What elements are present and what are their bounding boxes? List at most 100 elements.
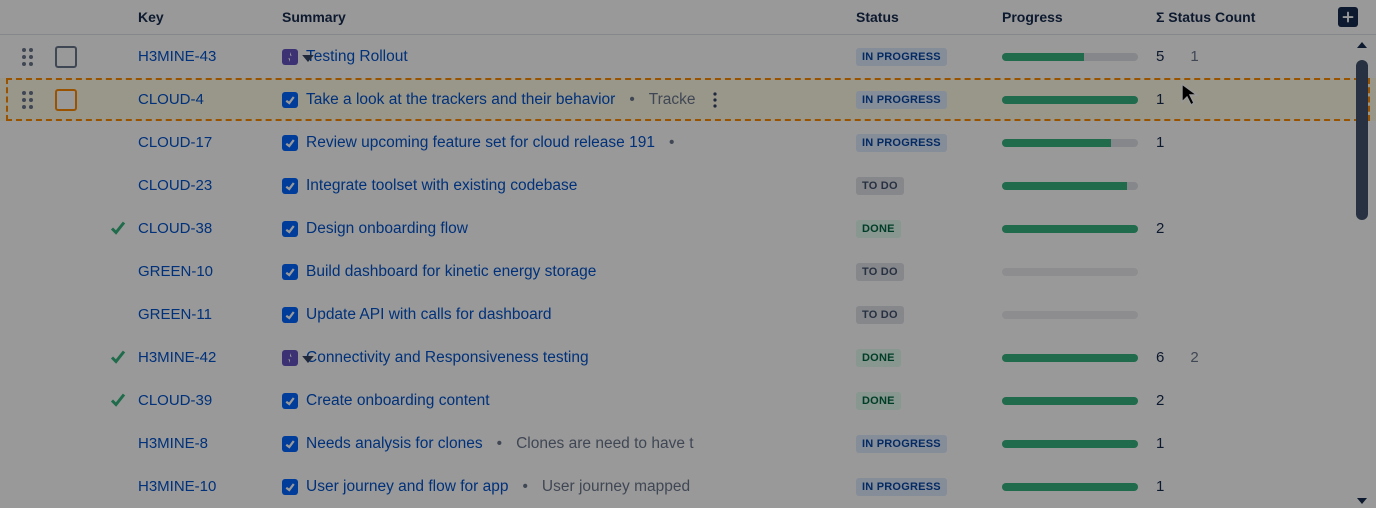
status-count: 1 — [1156, 91, 1376, 108]
add-column-button[interactable] — [1338, 7, 1358, 27]
issue-summary[interactable]: User journey and flow for app • User journ… — [282, 478, 856, 496]
epic-icon — [282, 49, 298, 65]
issue-summary[interactable]: Testing Rollout — [282, 48, 856, 66]
progress-bar — [1002, 268, 1138, 276]
row-select-checkbox[interactable] — [55, 89, 77, 111]
vertical-scrollbar[interactable] — [1354, 38, 1370, 508]
issue-key-link[interactable]: GREEN-10 — [138, 263, 282, 280]
separator-dot: • — [669, 134, 674, 152]
issue-key-link[interactable]: H3MINE-43 — [138, 48, 282, 65]
status-lozenge[interactable]: TO DO — [856, 177, 904, 195]
progress-bar — [1002, 311, 1138, 319]
issue-summary[interactable]: Review upcoming feature set for cloud re… — [282, 134, 856, 152]
table-row[interactable]: H3MINE-8 Needs analysis for clones • Clones… — [0, 422, 1376, 465]
task-icon — [282, 393, 298, 409]
drag-handle-icon[interactable] — [22, 91, 33, 109]
status-lozenge[interactable]: DONE — [856, 392, 901, 410]
table-row[interactable]: CLOUD-17 Review upcoming feature set for … — [0, 121, 1376, 164]
issue-key-link[interactable]: CLOUD-23 — [138, 177, 282, 194]
issue-key-link[interactable]: CLOUD-17 — [138, 134, 282, 151]
issue-key-link[interactable]: GREEN-11 — [138, 306, 282, 323]
col-header-progress[interactable]: Progress — [1002, 9, 1156, 25]
status-lozenge[interactable]: IN PROGRESS — [856, 478, 947, 496]
issue-summary[interactable]: Take a look at the trackers and their be… — [282, 89, 856, 111]
issue-key-link[interactable]: CLOUD-39 — [138, 392, 282, 409]
summary-text: Review upcoming feature set for cloud re… — [306, 134, 655, 152]
separator-dot: • — [522, 478, 527, 496]
status-count: 1 — [1156, 478, 1376, 495]
task-icon — [282, 307, 298, 323]
summary-text: Testing Rollout — [306, 48, 408, 66]
expand-caret-icon[interactable] — [302, 350, 314, 366]
col-header-status[interactable]: Status — [856, 9, 1002, 25]
issue-summary[interactable]: Create onboarding content — [282, 392, 856, 410]
status-lozenge[interactable]: IN PROGRESS — [856, 91, 947, 109]
summary-text: Needs analysis for clones — [306, 435, 483, 453]
summary-text: Create onboarding content — [306, 392, 490, 410]
status-count: 2 — [1156, 220, 1376, 237]
separator-dot: • — [497, 435, 502, 453]
summary-text: Design onboarding flow — [306, 220, 468, 238]
issue-summary[interactable]: Integrate toolset with existing codebase — [282, 177, 856, 195]
issue-summary[interactable]: Update API with calls for dashboard — [282, 306, 856, 324]
epic-icon — [282, 350, 298, 366]
progress-bar — [1002, 96, 1138, 104]
table-row[interactable]: CLOUD-38 Design onboarding flow DONE 2 — [0, 207, 1376, 250]
row-select-checkbox[interactable] — [55, 46, 77, 68]
scrollbar-track[interactable] — [1354, 52, 1370, 494]
progress-bar — [1002, 397, 1138, 405]
summary-text: Take a look at the trackers and their be… — [306, 91, 615, 109]
summary-text: Connectivity and Responsiveness testing — [306, 349, 589, 367]
summary-text: User journey and flow for app — [306, 478, 508, 496]
issue-summary[interactable]: Connectivity and Responsiveness testing — [282, 349, 856, 367]
summary-text: Integrate toolset with existing codebase — [306, 177, 577, 195]
progress-bar — [1002, 483, 1138, 491]
status-lozenge[interactable]: IN PROGRESS — [856, 48, 947, 66]
table-row[interactable]: GREEN-10Build dashboard for kinetic ener… — [0, 250, 1376, 293]
task-icon — [282, 221, 298, 237]
table-row[interactable]: H3MINE-43 Testing Rollout IN PROGRESS 51 — [0, 35, 1376, 78]
separator-dot: • — [629, 91, 634, 109]
progress-bar — [1002, 53, 1138, 61]
summary-text: Update API with calls for dashboard — [306, 306, 552, 324]
table-row[interactable]: H3MINE-42 Connectivity and Responsiveness… — [0, 336, 1376, 379]
issue-key-link[interactable]: CLOUD-4 — [138, 91, 282, 108]
table-row[interactable]: GREEN-11 Update API with calls for dashbo… — [0, 293, 1376, 336]
table-row[interactable]: CLOUD-4 Take a look at the trackers and t… — [0, 78, 1376, 121]
table-row[interactable]: CLOUD-39Create onboarding contentDONE2 — [0, 379, 1376, 422]
summary-extra-text: User journey mapped — [542, 478, 690, 496]
status-lozenge[interactable]: IN PROGRESS — [856, 435, 947, 453]
issue-key-link[interactable]: H3MINE-42 — [138, 349, 282, 366]
task-icon — [282, 135, 298, 151]
issue-key-link[interactable]: H3MINE-8 — [138, 435, 282, 452]
table-row[interactable]: H3MINE-10User journey and flow for app•U… — [0, 465, 1376, 508]
status-count: 51 — [1156, 48, 1376, 65]
more-actions-button[interactable] — [704, 89, 726, 111]
issue-key-link[interactable]: H3MINE-10 — [138, 478, 282, 495]
task-icon — [282, 436, 298, 452]
status-lozenge[interactable]: TO DO — [856, 306, 904, 324]
summary-extra-text: Tracke — [649, 91, 696, 109]
table-row[interactable]: CLOUD-23 Integrate toolset with existing … — [0, 164, 1376, 207]
status-count: 62 — [1156, 349, 1376, 366]
task-icon — [282, 178, 298, 194]
progress-bar — [1002, 440, 1138, 448]
summary-extra-text: Clones are need to have t — [516, 435, 694, 453]
drag-handle-icon[interactable] — [22, 48, 33, 66]
scroll-up-button[interactable] — [1354, 38, 1370, 52]
expand-caret-icon[interactable] — [302, 49, 314, 65]
col-header-summary[interactable]: Summary — [282, 9, 856, 25]
scrollbar-thumb[interactable] — [1356, 60, 1368, 220]
issue-summary[interactable]: Design onboarding flow — [282, 220, 856, 238]
issue-summary[interactable]: Build dashboard for kinetic energy stora… — [282, 263, 856, 281]
status-lozenge[interactable]: DONE — [856, 349, 901, 367]
issue-key-link[interactable]: CLOUD-38 — [138, 220, 282, 237]
status-lozenge[interactable]: IN PROGRESS — [856, 134, 947, 152]
issue-summary[interactable]: Needs analysis for clones • Clones are nee… — [282, 435, 856, 453]
col-header-key[interactable]: Key — [138, 9, 282, 25]
status-count: 1 — [1156, 134, 1376, 151]
status-lozenge[interactable]: TO DO — [856, 263, 904, 281]
scroll-down-button[interactable] — [1354, 494, 1370, 508]
done-check-icon — [110, 391, 126, 410]
status-lozenge[interactable]: DONE — [856, 220, 901, 238]
